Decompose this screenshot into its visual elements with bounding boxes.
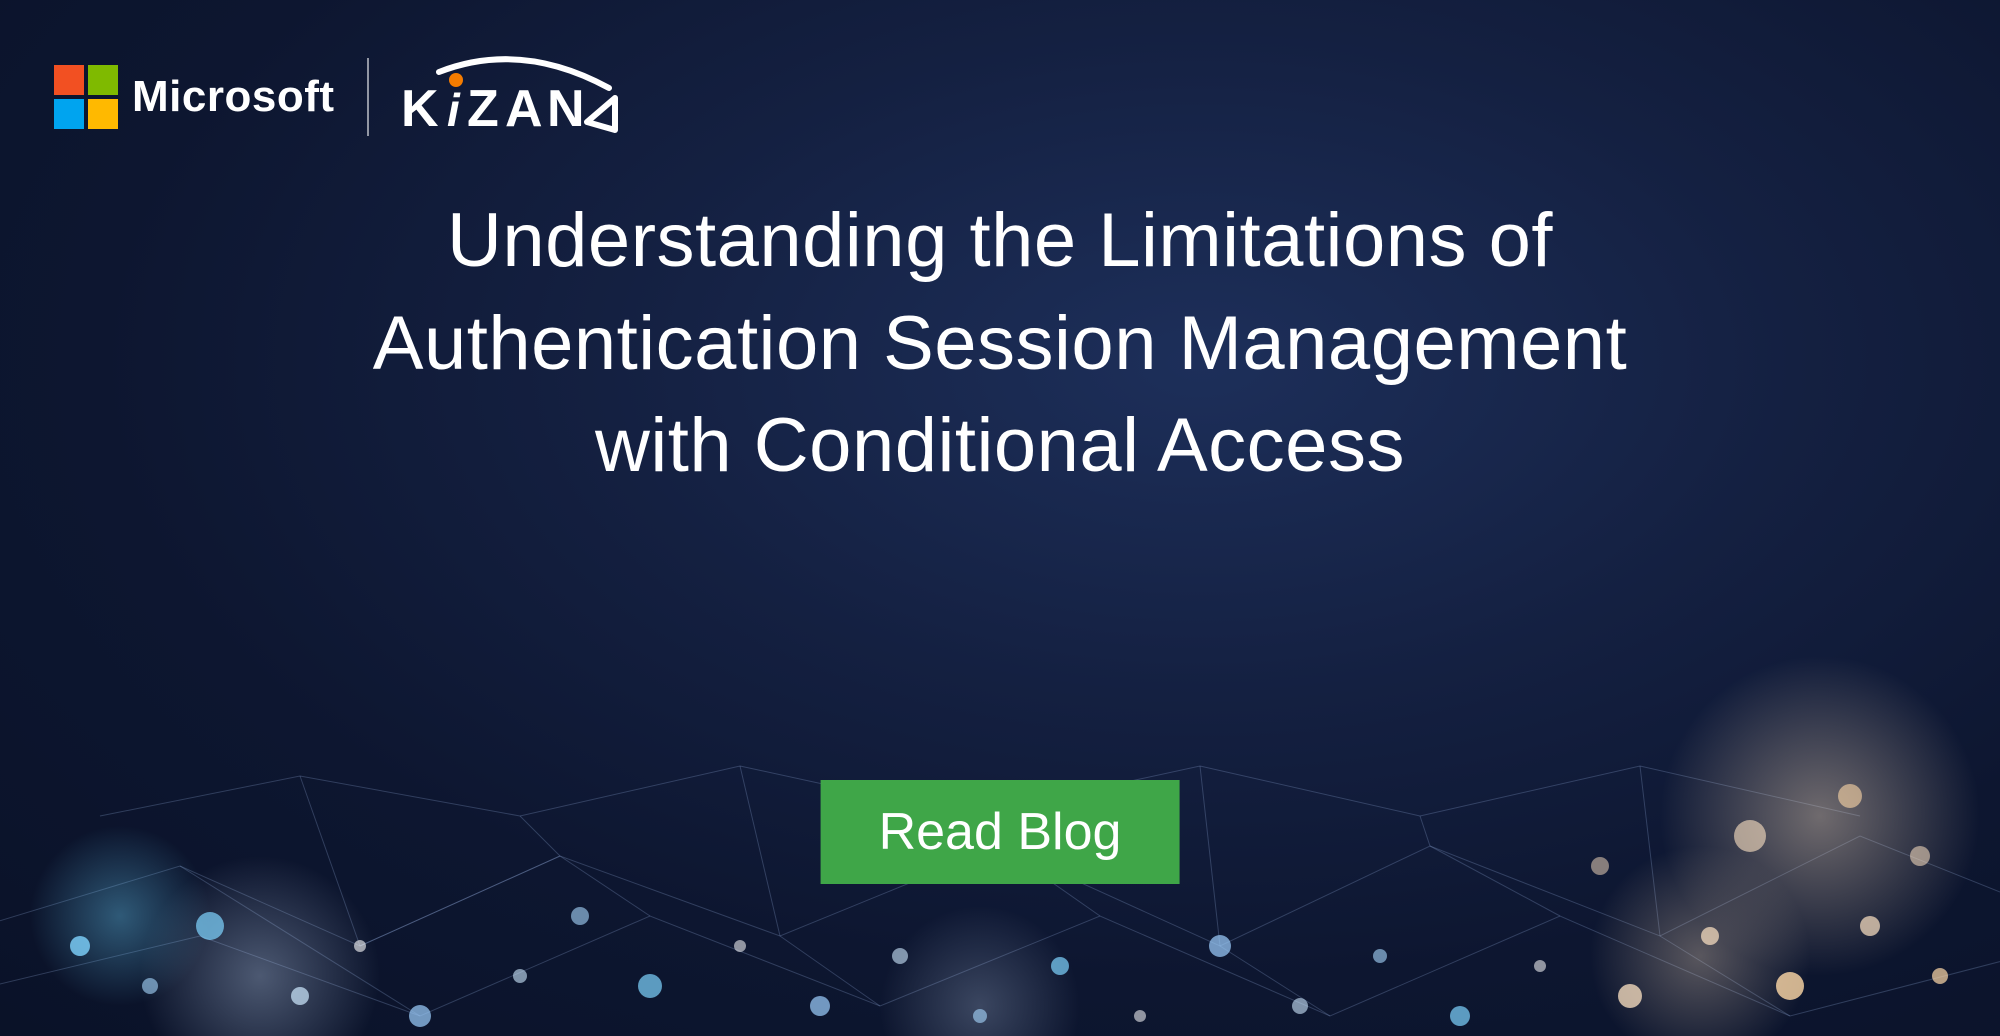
svg-text:i: i bbox=[447, 84, 461, 136]
background-network-graphic bbox=[0, 516, 2000, 1036]
svg-text:N: N bbox=[547, 80, 585, 138]
read-blog-button[interactable]: Read Blog bbox=[821, 780, 1180, 884]
svg-text:K: K bbox=[401, 80, 439, 138]
logo-divider bbox=[367, 58, 369, 136]
microsoft-wordmark: Microsoft bbox=[132, 72, 335, 122]
kizan-logo: K i Z A N bbox=[401, 54, 621, 140]
microsoft-squares-icon bbox=[54, 65, 118, 129]
microsoft-logo: Microsoft bbox=[54, 65, 335, 129]
page-title: Understanding the Limitations of Authent… bbox=[360, 190, 1640, 498]
svg-text:Z: Z bbox=[467, 80, 499, 138]
svg-text:A: A bbox=[505, 80, 543, 138]
header-logos: Microsoft K i Z A N bbox=[54, 54, 621, 140]
